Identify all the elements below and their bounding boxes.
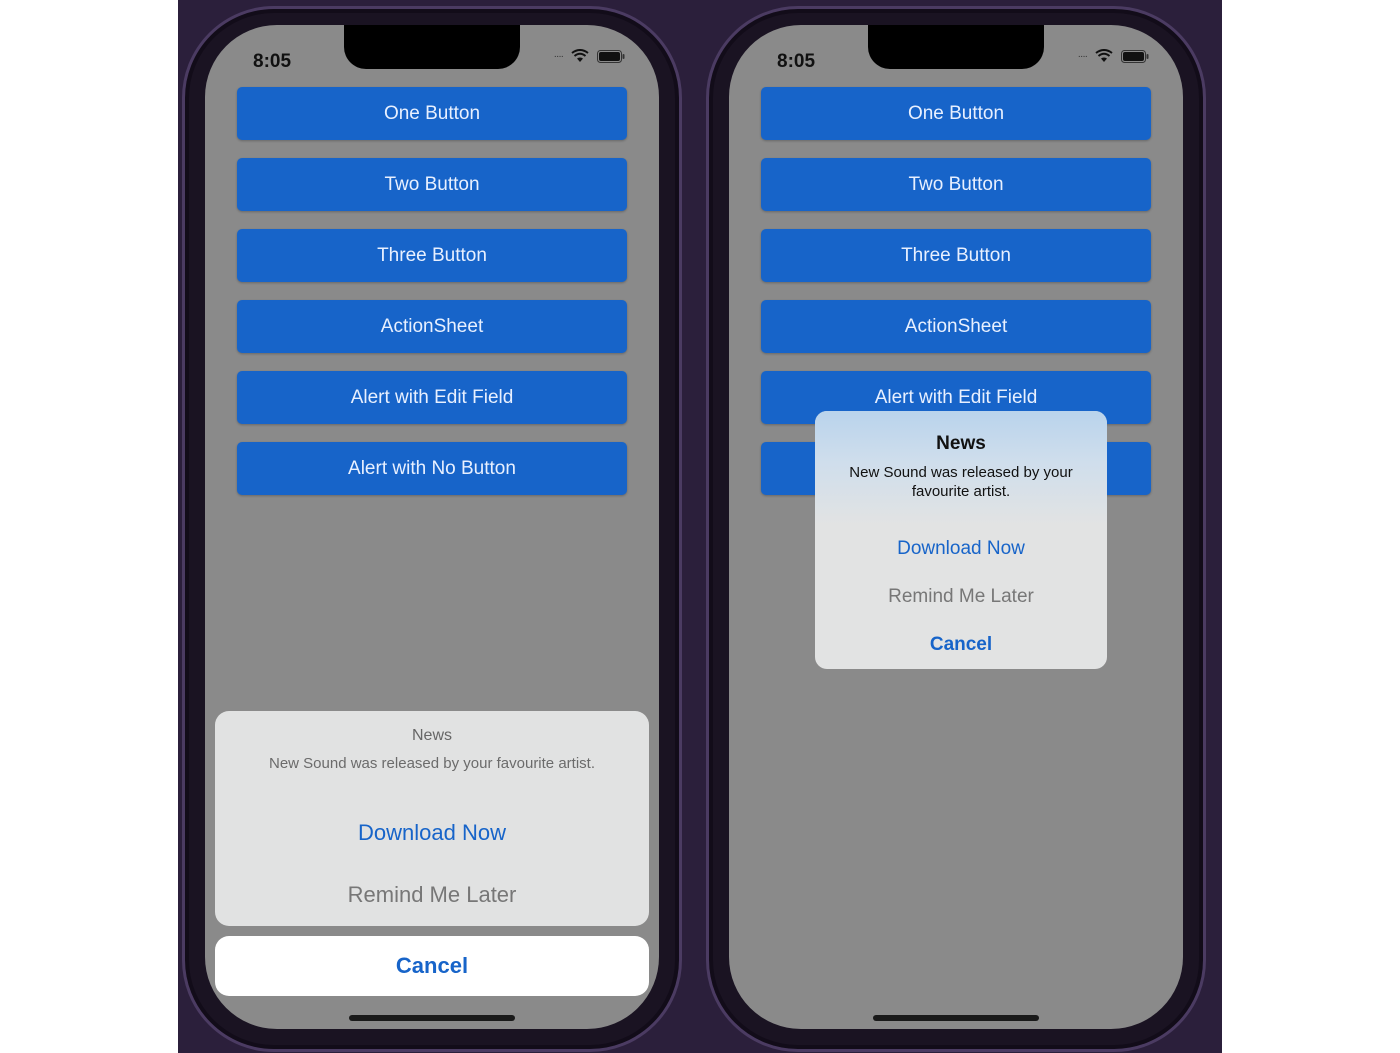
action-sheet-message: New Sound was released by your favourite… [269,755,595,772]
status-time: 8:05 [777,51,816,72]
download-now-button[interactable]: Download Now [215,802,649,864]
three-button[interactable]: Three Button [237,229,627,282]
actionsheet-button[interactable]: ActionSheet [237,300,627,353]
one-button[interactable]: One Button [761,87,1151,140]
notch [344,25,520,69]
remind-me-later-button[interactable]: Remind Me Later [815,573,1107,621]
wifi-icon [571,49,589,63]
download-now-button[interactable]: Download Now [815,525,1107,573]
signal-icon: ···· [553,50,564,62]
screen: 8:05 ···· One Button Two Button Three Bu… [205,25,659,1029]
one-button[interactable]: One Button [237,87,627,140]
battery-icon [597,49,625,63]
status-icons: ···· [554,49,625,63]
wifi-icon [1095,49,1113,63]
two-button[interactable]: Two Button [761,158,1151,211]
alert-message: New Sound was released by your favourite… [849,464,1073,500]
action-sheet-title: News [411,727,452,744]
signal-icon: ···· [1077,50,1088,62]
three-button[interactable]: Three Button [761,229,1151,282]
alert-dialog: News New Sound was released by your favo… [815,411,1107,669]
action-sheet-header: News New Sound was released by your favo… [215,711,649,802]
phone-left: 8:05 ···· One Button Two Button Three Bu… [182,6,682,1052]
alert-no-button-button[interactable]: Alert with No Button [237,442,627,495]
two-button[interactable]: Two Button [237,158,627,211]
alert-edit-field-button[interactable]: Alert with Edit Field [237,371,627,424]
phone-right: 8:05 ···· One Button Two Button Three Bu… [706,6,1206,1052]
status-icons: ···· [1078,49,1149,63]
alert-header: News New Sound was released by your favo… [815,411,1107,525]
status-time: 8:05 [253,51,292,72]
cancel-button[interactable]: Cancel [815,621,1107,669]
alert-title: News [936,433,986,454]
screen: 8:05 ···· One Button Two Button Three Bu… [729,25,1183,1029]
notch [868,25,1044,69]
action-sheet: News New Sound was released by your favo… [215,711,649,926]
actionsheet-button[interactable]: ActionSheet [761,300,1151,353]
battery-icon [1121,49,1149,63]
home-indicator [873,1015,1039,1021]
button-list: One Button Two Button Three Button Actio… [237,87,627,495]
remind-me-later-button[interactable]: Remind Me Later [215,864,649,926]
cancel-button[interactable]: Cancel [215,936,649,996]
home-indicator [349,1015,515,1021]
